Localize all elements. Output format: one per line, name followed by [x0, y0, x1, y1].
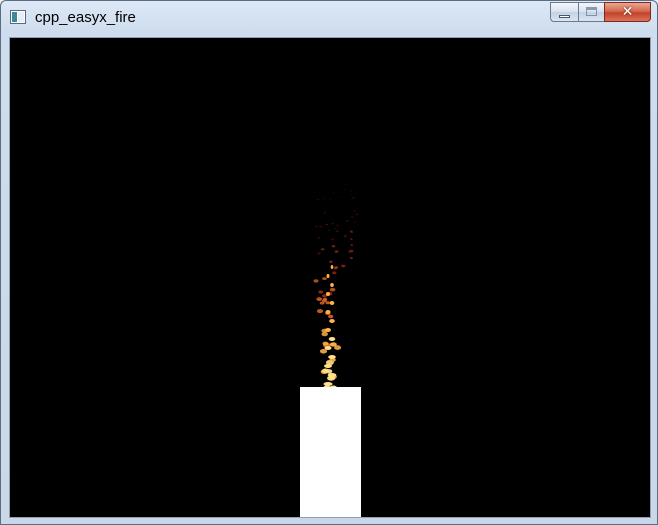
fire-particle [331, 222, 335, 225]
fire-particle [328, 337, 336, 341]
fire-particle [333, 267, 338, 270]
close-button[interactable]: ✕ [604, 2, 651, 22]
fire-particle [345, 219, 349, 222]
fire-particle [324, 364, 332, 368]
fire-particle [313, 192, 316, 194]
fire-particle [319, 225, 323, 228]
fire-particle [331, 245, 336, 248]
fire-particle [328, 229, 331, 231]
fire-particle [330, 265, 334, 269]
app-window: cpp_easyx_fire ✕ [0, 0, 658, 525]
fire-particle [327, 207, 330, 209]
fire-particle [316, 252, 321, 255]
fire-particle [334, 228, 337, 230]
fire-particle [341, 264, 346, 268]
fire-particle [329, 260, 333, 263]
fire-particle [329, 287, 336, 292]
fire-particle [353, 221, 356, 223]
fire-particle [322, 277, 327, 281]
fire-particle [350, 180, 353, 182]
fire-particle [337, 182, 340, 184]
fire-particle [349, 256, 353, 259]
fire-particle [322, 197, 325, 200]
fire-particle [330, 283, 334, 287]
maximize-button[interactable] [578, 2, 604, 22]
fire-particle [320, 173, 323, 175]
close-icon: ✕ [621, 4, 634, 20]
fire-particle [323, 382, 333, 386]
fire-particle [355, 213, 359, 216]
fire-particle [324, 346, 332, 350]
fire-particle [323, 297, 328, 301]
caption-buttons: ✕ [550, 2, 651, 22]
fire-particle [325, 301, 331, 305]
fire-particle [319, 349, 328, 354]
fire-particle [350, 244, 354, 247]
fire-particle [349, 230, 354, 233]
fire-particle [353, 210, 356, 212]
fire-particle [320, 248, 325, 251]
fire-particle [318, 290, 324, 294]
fire-particle [328, 314, 334, 319]
fire-particle [332, 271, 337, 275]
fire-particle [315, 225, 318, 228]
fire-particle [317, 236, 321, 239]
fire-particle [351, 197, 355, 199]
fire-particle [324, 199, 327, 201]
fire-scene [10, 38, 650, 517]
fire-particle [329, 301, 335, 305]
fire-particle [349, 190, 352, 192]
fire-particle [354, 191, 357, 193]
fire-particle [326, 274, 330, 278]
fire-particle [321, 332, 329, 337]
fire-particle [336, 224, 340, 227]
fire-particle [330, 197, 333, 199]
fire-particle [319, 301, 325, 305]
fire-particle [323, 212, 326, 214]
fire-particle [334, 250, 339, 253]
fire-particle [326, 292, 330, 296]
fire-particle [325, 310, 331, 314]
fire-particle [316, 297, 323, 301]
title-bar[interactable]: cpp_easyx_fire ✕ [1, 1, 657, 31]
fire-particle [311, 181, 314, 183]
window-title: cpp_easyx_fire [35, 9, 136, 26]
fire-particle [325, 223, 328, 226]
minimize-icon [559, 15, 570, 18]
fire-particle [344, 189, 347, 190]
fire-particle [335, 230, 339, 233]
fire-particle [322, 341, 329, 346]
fire-particle [350, 189, 352, 191]
fire-particle [330, 238, 335, 241]
fire-particle [316, 309, 324, 314]
fire-particle [337, 196, 340, 198]
fire-particle [325, 328, 331, 332]
candle-body [300, 387, 361, 517]
render-canvas[interactable] [9, 37, 651, 518]
fire-particle [313, 279, 319, 283]
fire-particle [350, 238, 353, 240]
fire-particle [329, 342, 337, 347]
fire-particle [333, 192, 335, 194]
fire-particle [350, 216, 354, 219]
fire-particle [345, 183, 347, 185]
fire-particle [316, 198, 320, 201]
fire-particle [350, 194, 353, 196]
fire-particle [330, 185, 332, 187]
fire-particle [328, 355, 336, 359]
fire-particle [322, 368, 329, 373]
window-app-icon[interactable] [10, 10, 26, 24]
fire-particle [327, 373, 337, 377]
fire-particle [331, 173, 333, 175]
fire-particle [347, 251, 351, 253]
minimize-button[interactable] [550, 2, 578, 22]
maximize-icon [586, 7, 597, 16]
fire-particle [343, 236, 347, 238]
fire-particle [329, 319, 335, 323]
